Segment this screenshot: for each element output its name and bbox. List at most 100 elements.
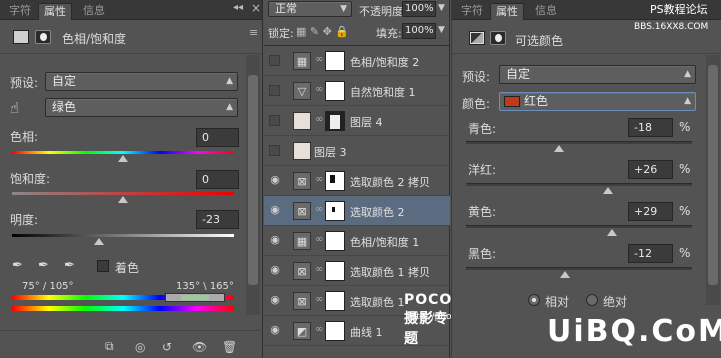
magenta-slider-track[interactable] <box>466 183 692 186</box>
layer-row[interactable]: 图层 3 <box>264 136 450 166</box>
tab-properties[interactable]: 属性 <box>490 3 524 20</box>
delete-icon[interactable]: 🗑 <box>222 340 237 354</box>
saturation-input[interactable]: 0 <box>196 170 239 189</box>
yellow-slider-track[interactable] <box>466 225 692 228</box>
magenta-input[interactable]: +26 <box>628 160 673 179</box>
lightness-slider-track[interactable] <box>12 234 234 237</box>
fill-arrow-icon[interactable]: ▼ <box>438 25 445 35</box>
chain-icon: ∞ <box>315 54 324 65</box>
panel-menu-icon[interactable]: ≡ <box>249 26 258 39</box>
preset-dropdown[interactable]: 自定 ▲ <box>45 72 238 91</box>
collapse-icon[interactable]: ◂◂ <box>233 2 243 13</box>
tab-character[interactable]: 字符 <box>4 3 36 20</box>
black-slider-thumb[interactable] <box>560 271 570 278</box>
chain-icon: ∞ <box>315 294 324 305</box>
magenta-slider-thumb[interactable] <box>603 187 613 194</box>
color-range-selector[interactable] <box>165 293 225 302</box>
right-scrollbar[interactable] <box>706 55 720 305</box>
eye-icon[interactable]: ◉ <box>268 233 282 247</box>
channel-dropdown[interactable]: 绿色 ▲ <box>45 98 238 117</box>
colorize-checkbox[interactable] <box>97 260 109 272</box>
visibility-icon[interactable]: 👁 <box>192 340 207 354</box>
layer-row-selected[interactable]: ◉ ⊠ ∞ 选取颜色 2 <box>264 196 450 226</box>
black-slider-track[interactable] <box>466 267 692 270</box>
fill-label: 填充: <box>376 27 402 40</box>
yellow-input[interactable]: +29 <box>628 202 673 221</box>
eyedropper-icon[interactable]: ✒ <box>12 258 23 273</box>
layer-mask-thumb[interactable] <box>325 201 345 221</box>
layer-mask-thumb[interactable] <box>325 51 345 71</box>
eye-icon[interactable]: ◉ <box>268 203 282 217</box>
black-percent: % <box>679 246 691 260</box>
layer-row[interactable]: ◉ ⊠ ∞ 选取颜色 1 拷贝 <box>264 256 450 286</box>
clip-to-layer-icon[interactable]: ⧉ <box>105 339 114 354</box>
colors-dropdown[interactable]: 红色 ▲ <box>499 92 696 111</box>
tab-info[interactable]: 信息 <box>78 3 110 20</box>
saturation-slider-thumb[interactable] <box>118 196 128 203</box>
tab-properties[interactable]: 属性 <box>38 3 72 20</box>
view-previous-icon[interactable]: ◎ <box>135 340 145 354</box>
layer-name: 自然饱和度 1 <box>350 86 416 99</box>
layer-row[interactable]: ◉ ⊠ ∞ 选取颜色 2 拷贝 <box>264 166 450 196</box>
layer-row[interactable]: ▽ ∞ 自然饱和度 1 <box>264 76 450 106</box>
right-tab-bar: 字符 属性 信息 PS教程论坛 <box>452 0 721 20</box>
eyedropper-minus-icon[interactable]: ✒ <box>64 258 75 273</box>
saturation-slider-track[interactable] <box>12 192 234 195</box>
layer-mask-thumb[interactable] <box>325 261 345 281</box>
lock-icons[interactable]: ▦ ✎ ✥ 🔒 <box>296 25 349 38</box>
layer-mask-thumb[interactable] <box>325 291 345 311</box>
hue-slider-track[interactable] <box>12 151 234 154</box>
preset-dropdown[interactable]: 自定 ▲ <box>499 65 696 84</box>
left-tab-bar: 字符 属性 信息 ◂◂ × <box>0 0 262 20</box>
layer-mask-thumb[interactable] <box>325 231 345 251</box>
adjustment-icon: ▦ <box>293 232 311 250</box>
hand-target-icon[interactable]: ☝ <box>10 99 19 117</box>
mask-icon[interactable] <box>35 30 51 44</box>
yellow-slider-thumb[interactable] <box>607 229 617 236</box>
layer-mask-thumb[interactable] <box>325 111 345 131</box>
eye-icon[interactable]: ◉ <box>268 263 282 277</box>
eye-icon[interactable]: ◉ <box>268 173 282 187</box>
photo-thumb <box>293 112 311 130</box>
reset-icon[interactable]: ↺ <box>162 340 172 354</box>
properties-header: 可选颜色 <box>452 20 721 54</box>
visibility-toggle[interactable] <box>269 55 280 66</box>
cyan-slider-thumb[interactable] <box>554 145 564 152</box>
hue-slider-thumb[interactable] <box>118 155 128 162</box>
hue-label: 色相: <box>10 130 39 144</box>
opacity-arrow-icon[interactable]: ▼ <box>438 3 445 13</box>
visibility-toggle[interactable] <box>269 85 280 96</box>
fill-input[interactable]: 100% <box>402 23 436 39</box>
tab-character[interactable]: 字符 <box>456 3 488 20</box>
layer-row[interactable]: ▦ ∞ 色相/饱和度 2 <box>264 46 450 76</box>
layer-mask-thumb[interactable] <box>325 81 345 101</box>
left-scrollbar[interactable] <box>246 55 260 315</box>
adjustment-icon: ▦ <box>293 52 311 70</box>
cyan-input[interactable]: -18 <box>628 118 673 137</box>
layer-mask-thumb[interactable] <box>325 171 345 191</box>
mask-icon[interactable] <box>490 31 506 45</box>
eye-icon[interactable]: ◉ <box>268 293 282 307</box>
adjustment-icon: ⊠ <box>293 172 311 190</box>
eye-icon[interactable]: ◉ <box>268 323 282 337</box>
eyedropper-plus-icon[interactable]: ✒ <box>38 258 49 273</box>
layer-name: 色相/饱和度 2 <box>350 56 420 69</box>
absolute-radio[interactable] <box>586 294 598 306</box>
relative-radio[interactable] <box>528 294 540 306</box>
blend-mode-dropdown[interactable]: 正常 ▼ <box>268 1 352 17</box>
tab-info[interactable]: 信息 <box>530 3 562 20</box>
close-icon[interactable]: × <box>251 1 261 15</box>
black-input[interactable]: -12 <box>628 244 673 263</box>
cyan-slider-track[interactable] <box>466 141 692 144</box>
hue-input[interactable]: 0 <box>196 128 239 147</box>
visibility-toggle[interactable] <box>269 115 280 126</box>
adjustment-layer-icon[interactable] <box>13 30 29 44</box>
layer-row[interactable]: ◉ ▦ ∞ 色相/饱和度 1 <box>264 226 450 256</box>
lightness-input[interactable]: -23 <box>196 210 239 229</box>
layer-mask-thumb[interactable] <box>325 321 345 341</box>
opacity-input[interactable]: 100% <box>402 1 436 17</box>
selective-color-icon[interactable] <box>469 31 485 45</box>
lightness-slider-thumb[interactable] <box>94 238 104 245</box>
visibility-toggle[interactable] <box>269 145 280 156</box>
layer-row[interactable]: ∞ 图层 4 <box>264 106 450 136</box>
